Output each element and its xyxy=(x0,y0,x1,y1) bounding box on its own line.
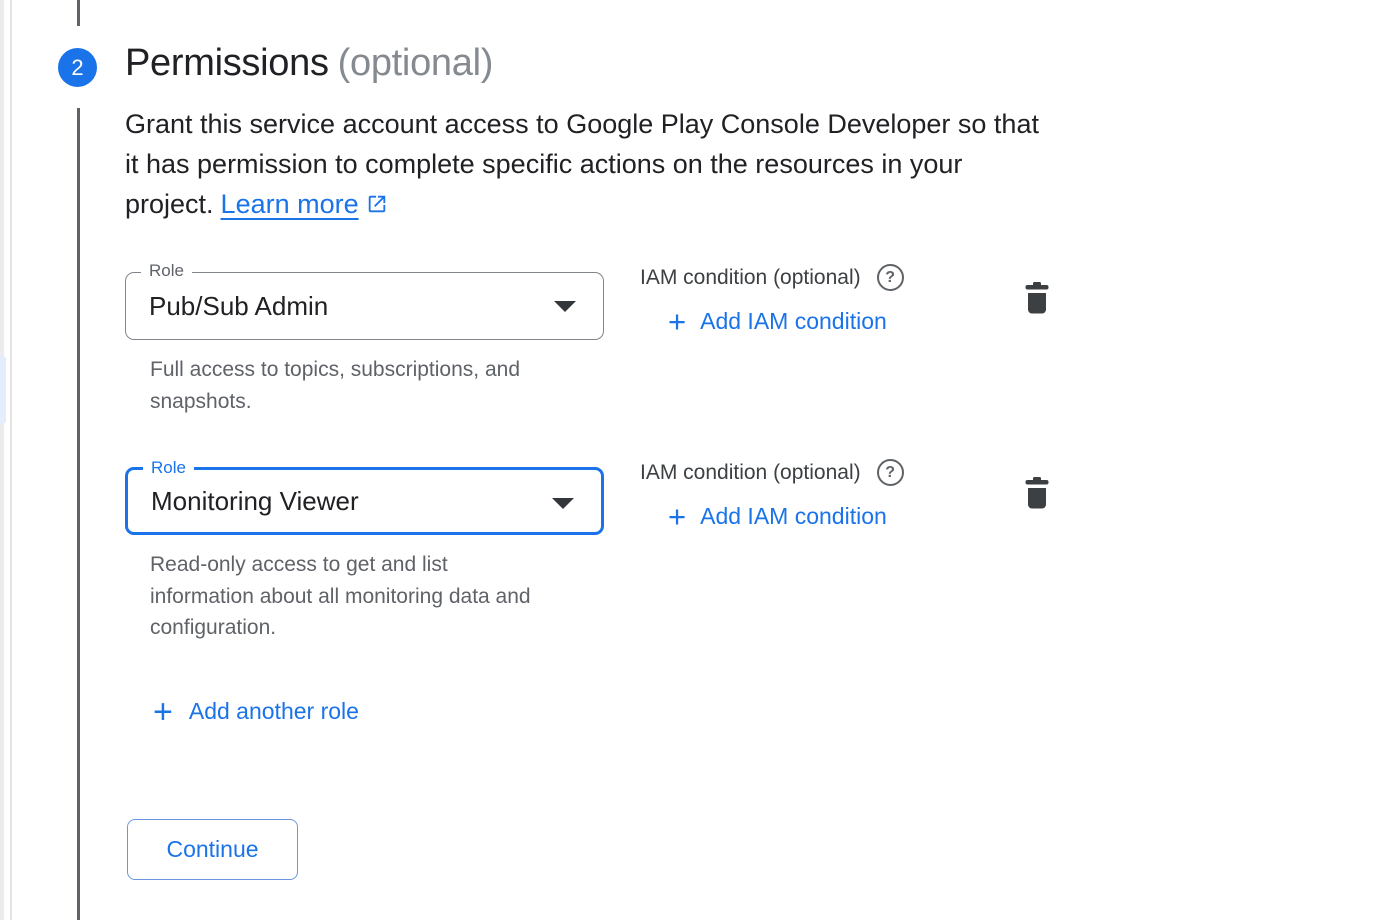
left-scrollbar-thumb[interactable] xyxy=(0,356,6,424)
add-iam-condition-label: Add IAM condition xyxy=(700,308,887,335)
description-line-1: Grant this service account access to Goo… xyxy=(125,104,1039,144)
page-title-optional: (optional) xyxy=(338,42,493,84)
step-number-badge: 2 xyxy=(58,48,97,87)
page-title: Permissions(optional) xyxy=(125,42,493,85)
help-icon[interactable]: ? xyxy=(877,264,904,291)
plus-icon: + xyxy=(668,310,686,334)
add-iam-condition-button-1[interactable]: + Add IAM condition xyxy=(668,308,904,335)
description-line-3-text: project. xyxy=(125,189,214,219)
description-line-3: project.Learn more xyxy=(125,184,1039,226)
stepper-connector-bottom xyxy=(77,108,80,920)
role-2-helper-text: Read-only access to get and list informa… xyxy=(150,549,542,644)
iam-condition-label: IAM condition (optional) xyxy=(640,461,861,485)
role-1-helper-text: Full access to topics, subscriptions, an… xyxy=(150,354,542,417)
continue-button[interactable]: Continue xyxy=(127,819,298,880)
chevron-down-icon xyxy=(554,301,576,312)
role-select-1[interactable]: Role Pub/Sub Admin xyxy=(125,272,604,340)
role-select-1-value: Pub/Sub Admin xyxy=(149,291,328,322)
plus-icon: + xyxy=(668,505,686,529)
external-link-icon xyxy=(366,186,388,226)
help-icon[interactable]: ? xyxy=(877,459,904,486)
delete-role-button-1[interactable] xyxy=(1023,282,1053,314)
role-row: Role Pub/Sub Admin Full access to topics… xyxy=(125,272,1385,417)
learn-more-link[interactable]: Learn more xyxy=(221,189,359,219)
delete-role-button-2[interactable] xyxy=(1023,477,1053,509)
add-iam-condition-button-2[interactable]: + Add IAM condition xyxy=(668,503,904,530)
description-line-2: it has permission to complete specific a… xyxy=(125,144,1039,184)
step-number: 2 xyxy=(71,55,83,81)
panel-divider xyxy=(10,0,12,920)
trash-icon xyxy=(1023,477,1051,509)
step-description: Grant this service account access to Goo… xyxy=(125,104,1039,226)
iam-condition-label: IAM condition (optional) xyxy=(640,266,861,290)
iam-condition-block: IAM condition (optional) ? + Add IAM con… xyxy=(640,264,904,335)
add-another-role-button[interactable]: + Add another role xyxy=(153,698,359,725)
role-select-2-label: Role xyxy=(143,458,194,478)
role-select-2-value: Monitoring Viewer xyxy=(151,486,359,517)
service-account-permissions-step: 2 Permissions(optional) Grant this servi… xyxy=(0,0,1394,920)
role-select-1-label: Role xyxy=(141,261,192,281)
add-another-role-label: Add another role xyxy=(189,698,359,725)
chevron-down-icon xyxy=(552,498,574,509)
trash-icon xyxy=(1023,282,1051,314)
add-iam-condition-label: Add IAM condition xyxy=(700,503,887,530)
plus-icon: + xyxy=(153,700,173,724)
left-scrollbar-track[interactable] xyxy=(0,0,4,920)
role-row: Role Monitoring Viewer Read-only access … xyxy=(125,467,1385,644)
iam-condition-block: IAM condition (optional) ? + Add IAM con… xyxy=(640,459,904,530)
role-select-2[interactable]: Role Monitoring Viewer xyxy=(125,467,604,535)
stepper-connector-top xyxy=(77,0,80,26)
page-title-text: Permissions xyxy=(125,42,329,84)
